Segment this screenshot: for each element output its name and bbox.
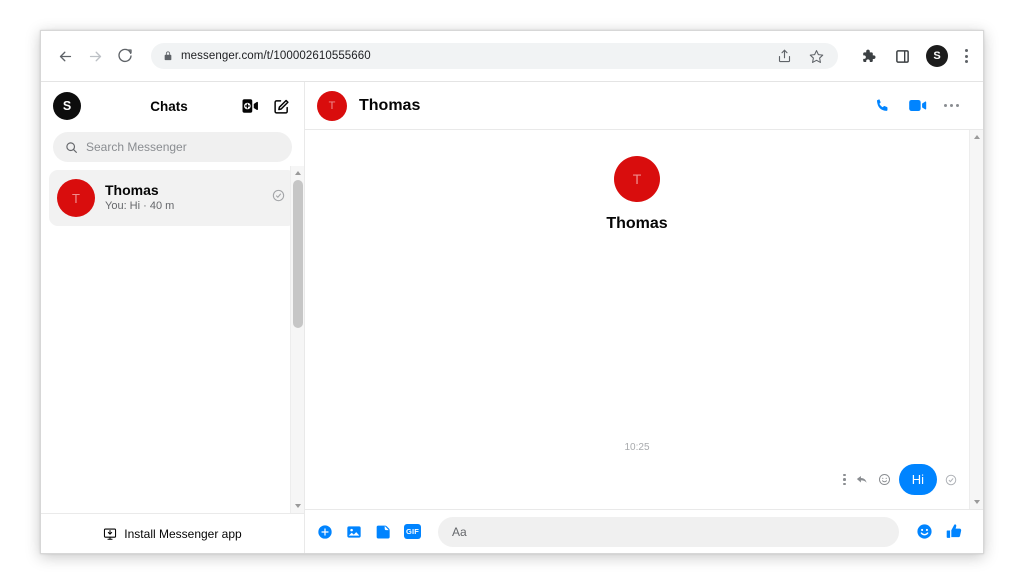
page-title: Thomas	[359, 96, 421, 114]
user-avatar[interactable]: S	[53, 92, 81, 120]
thumbs-up-icon[interactable]	[946, 523, 963, 540]
monitor-download-icon	[103, 527, 117, 541]
seen-check-icon	[272, 189, 286, 207]
conversation-header: T Thomas	[305, 82, 983, 130]
list-item[interactable]: T Thomas You: Hi · 40 m	[49, 170, 296, 226]
search-input[interactable]: Search Messenger	[53, 132, 292, 162]
install-app-button[interactable]: Install Messenger app	[41, 513, 304, 553]
chat-list: T Thomas You: Hi · 40 m	[41, 170, 304, 513]
scroll-up-arrow[interactable]	[291, 166, 305, 180]
scroll-up-arrow[interactable]	[970, 130, 984, 144]
address-bar[interactable]: messenger.com/t/100002610555660	[151, 43, 838, 69]
message-timestamp: 10:25	[624, 442, 650, 453]
browser-menu-button[interactable]	[962, 49, 971, 63]
sidebar-actions	[241, 98, 290, 115]
puzzle-icon[interactable]	[858, 46, 878, 66]
star-icon[interactable]	[806, 46, 826, 66]
chats-sidebar: S Chats Search Messenger T Thomas You: H…	[41, 82, 305, 553]
sidebar-title: Chats	[150, 98, 188, 114]
reload-button[interactable]	[111, 42, 139, 70]
plus-circle-icon[interactable]	[317, 524, 333, 540]
thread-profile-block: T Thomas	[305, 156, 969, 233]
sidebar-scrollbar[interactable]	[290, 166, 304, 513]
image-icon[interactable]	[346, 524, 362, 540]
conversation-pane: T Thomas T Thomas 10:25 Hi GIF Aa	[305, 82, 983, 553]
scroll-down-arrow[interactable]	[291, 499, 305, 513]
forward-button[interactable]	[81, 42, 109, 70]
scrollbar-thumb[interactable]	[292, 180, 303, 328]
message-bubble[interactable]: Hi	[898, 464, 937, 495]
address-bar-url: messenger.com/t/100002610555660	[181, 50, 371, 62]
search-placeholder: Search Messenger	[86, 140, 187, 154]
scrollbar-track[interactable]	[970, 144, 984, 495]
messenger-app: S Chats Search Messenger T Thomas You: H…	[41, 82, 983, 553]
avatar[interactable]: T	[317, 90, 347, 121]
more-vertical-icon[interactable]	[843, 473, 846, 486]
message-composer: GIF Aa	[305, 509, 983, 553]
browser-profile-avatar[interactable]: S	[926, 45, 948, 67]
thread-profile-name: Thomas	[606, 215, 668, 232]
lock-icon	[162, 50, 173, 63]
share-icon[interactable]	[774, 46, 794, 66]
install-app-label: Install Messenger app	[124, 526, 242, 541]
compose-icon[interactable]	[273, 98, 290, 115]
chat-item-preview: You: Hi · 40 m	[105, 200, 175, 212]
message-thread: T Thomas 10:25 Hi	[305, 130, 983, 509]
search-icon	[65, 141, 78, 154]
video-camera-icon[interactable]	[908, 98, 927, 113]
delivered-check-icon	[945, 474, 957, 486]
video-call-plus-icon[interactable]	[241, 99, 259, 113]
more-horizontal-icon[interactable]	[943, 103, 959, 108]
sidebar-header: S Chats	[41, 82, 304, 130]
message-row: Hi	[843, 464, 957, 495]
emoji-react-icon[interactable]	[878, 473, 891, 486]
browser-window: messenger.com/t/100002610555660 S S Chat…	[40, 30, 984, 554]
message-input[interactable]: Aa	[438, 516, 899, 547]
message-hover-actions	[843, 473, 891, 486]
toolbar-extensions: S	[848, 45, 971, 67]
search-container: Search Messenger	[41, 130, 304, 170]
phone-icon[interactable]	[874, 97, 891, 114]
square-icon[interactable]	[892, 46, 912, 66]
chat-item-name: Thomas	[105, 182, 159, 198]
avatar: T	[57, 179, 95, 217]
sticker-icon[interactable]	[375, 524, 391, 540]
avatar[interactable]: T	[614, 156, 660, 202]
reply-icon[interactable]	[855, 473, 869, 486]
browser-toolbar: messenger.com/t/100002610555660 S	[41, 31, 983, 82]
emoji-icon[interactable]	[916, 523, 933, 540]
gif-icon[interactable]: GIF	[404, 524, 421, 539]
conversation-scrollbar[interactable]	[969, 130, 983, 509]
scroll-down-arrow[interactable]	[970, 495, 984, 509]
back-button[interactable]	[51, 42, 79, 70]
message-input-placeholder: Aa	[452, 524, 467, 539]
conversation-actions	[874, 97, 959, 114]
chat-item-text: Thomas You: Hi · 40 m	[105, 182, 262, 214]
scrollbar-track[interactable]	[291, 180, 305, 499]
